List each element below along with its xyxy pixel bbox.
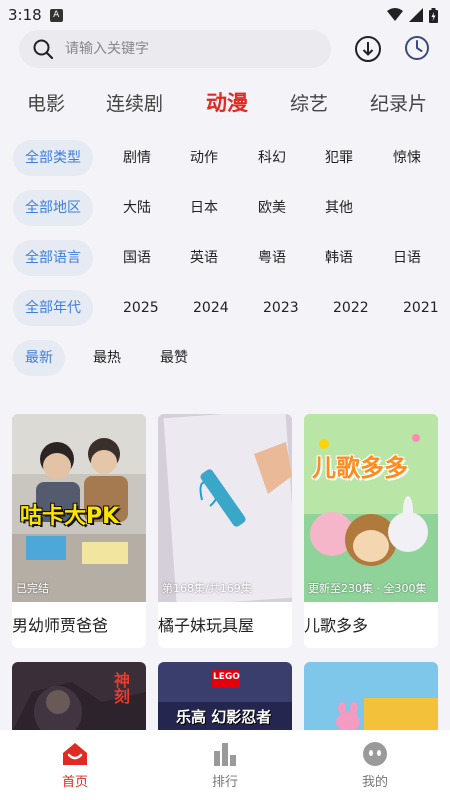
tab-movie[interactable]: 电影 — [27, 89, 65, 116]
thumbnail-text: 神刻 — [111, 672, 130, 704]
card-thumbnail: 第168集/共169集 — [158, 414, 292, 602]
filter-year-item[interactable]: 2021 — [403, 290, 439, 326]
battery-icon — [429, 7, 438, 23]
episode-badge: 更新至230集 · 全300集 — [308, 582, 427, 595]
filter-region-all[interactable]: 全部地区 — [13, 190, 93, 226]
filter-type-item[interactable]: 剧情 — [123, 140, 151, 176]
notification-a-icon: A — [49, 8, 63, 22]
video-card[interactable]: 儿歌多多 更新至230集 · 全300集 儿歌多多 — [304, 414, 438, 648]
home-icon — [63, 742, 87, 765]
filter-region-item[interactable]: 其他 — [325, 190, 353, 226]
tab-variety[interactable]: 综艺 — [290, 89, 328, 116]
filter-region-item[interactable]: 欧美 — [258, 190, 286, 226]
filter-language-item[interactable]: 日语 — [393, 240, 421, 276]
download-button[interactable] — [354, 35, 382, 63]
filter-type-item[interactable]: 惊悚 — [393, 140, 421, 176]
filter-language-all[interactable]: 全部语言 — [13, 240, 93, 276]
nav-ranking-label: 排行 — [211, 774, 238, 790]
filter-row-year: 全部年代 2025 2024 2023 2022 2021 — [0, 290, 450, 326]
episode-badge: 已完结 — [16, 582, 49, 595]
filter-type-item[interactable]: 动作 — [190, 140, 218, 176]
filter-language-item[interactable]: 国语 — [123, 240, 151, 276]
card-title: 儿歌多多 — [304, 616, 369, 635]
lego-logo: LEGO — [213, 672, 240, 682]
nav-home[interactable]: 首页 — [0, 730, 150, 800]
status-bar: 3:18 A — [0, 0, 450, 30]
search-bar[interactable] — [19, 30, 331, 68]
video-card[interactable]: 咕卡大PK 已完结 男幼师贾爸爸 — [12, 414, 146, 648]
filter-region-item[interactable]: 日本 — [190, 190, 218, 226]
tab-anime[interactable]: 动漫 — [206, 87, 248, 117]
filter-language-item[interactable]: 英语 — [190, 240, 218, 276]
filter-year-item[interactable]: 2025 — [123, 290, 159, 326]
sort-hottest[interactable]: 最热 — [93, 340, 121, 376]
card-title: 男幼师贾爸爸 — [12, 616, 109, 635]
signal-icon — [409, 8, 423, 22]
filter-region-item[interactable]: 大陆 — [123, 190, 151, 226]
filter-type-all[interactable]: 全部类型 — [13, 140, 93, 176]
download-icon — [355, 36, 381, 62]
tab-documentary[interactable]: 纪录片 — [370, 89, 427, 116]
status-time: 3:18 — [8, 6, 42, 24]
tab-series[interactable]: 连续剧 — [106, 89, 163, 116]
nav-home-label: 首页 — [61, 774, 88, 790]
history-button[interactable] — [404, 35, 432, 63]
filter-type-item[interactable]: 科幻 — [258, 140, 286, 176]
card-thumbnail: 咕卡大PK 已完结 — [12, 414, 146, 602]
video-card[interactable] — [304, 662, 438, 732]
thumbnail-text: 乐高 幻影忍者 — [176, 708, 272, 726]
clock-icon — [405, 36, 429, 60]
filter-language-item[interactable]: 粤语 — [258, 240, 286, 276]
category-tabs: 电影 连续剧 动漫 综艺 纪录片 — [0, 82, 450, 122]
video-card[interactable]: 神刻 — [12, 662, 146, 732]
sort-most-liked[interactable]: 最赞 — [160, 340, 188, 376]
filter-year-item[interactable]: 2023 — [263, 290, 299, 326]
card-thumbnail: 儿歌多多 更新至230集 · 全300集 — [304, 414, 438, 602]
filter-row-type: 全部类型 剧情 动作 科幻 犯罪 惊悚 — [0, 140, 450, 176]
filter-type-item[interactable]: 犯罪 — [325, 140, 353, 176]
filter-year-item[interactable]: 2024 — [193, 290, 229, 326]
wifi-icon — [387, 8, 403, 21]
search-input[interactable] — [65, 41, 295, 57]
profile-icon — [363, 741, 387, 766]
status-icons — [387, 7, 438, 23]
card-thumbnail — [304, 662, 438, 732]
filter-year-item[interactable]: 2022 — [333, 290, 369, 326]
ranking-icon — [214, 742, 236, 766]
search-row — [0, 30, 450, 68]
filter-row-region: 全部地区 大陆 日本 欧美 其他 — [0, 190, 450, 226]
filter-year-all[interactable]: 全部年代 — [13, 290, 93, 326]
card-title: 橘子妹玩具屋 — [158, 616, 255, 635]
sort-latest[interactable]: 最新 — [13, 340, 65, 376]
filter-language-item[interactable]: 韩语 — [325, 240, 353, 276]
video-card[interactable]: LEGO 乐高 幻影忍者 — [158, 662, 292, 732]
video-card[interactable]: 第168集/共169集 橘子妹玩具屋 — [158, 414, 292, 648]
filter-row-sort: 最新 最热 最赞 — [0, 340, 450, 376]
nav-ranking[interactable]: 排行 — [150, 730, 300, 800]
filter-row-language: 全部语言 国语 英语 粤语 韩语 日语 — [0, 240, 450, 276]
nav-profile[interactable]: 我的 — [300, 730, 450, 800]
episode-badge: 第168集/共169集 — [162, 582, 252, 595]
bottom-navigation: 首页 排行 我的 — [0, 730, 450, 800]
thumbnail-text: 咕卡大PK — [20, 504, 120, 529]
nav-profile-label: 我的 — [361, 774, 388, 790]
search-icon — [33, 39, 53, 59]
thumbnail-text: 儿歌多多 — [312, 454, 408, 482]
